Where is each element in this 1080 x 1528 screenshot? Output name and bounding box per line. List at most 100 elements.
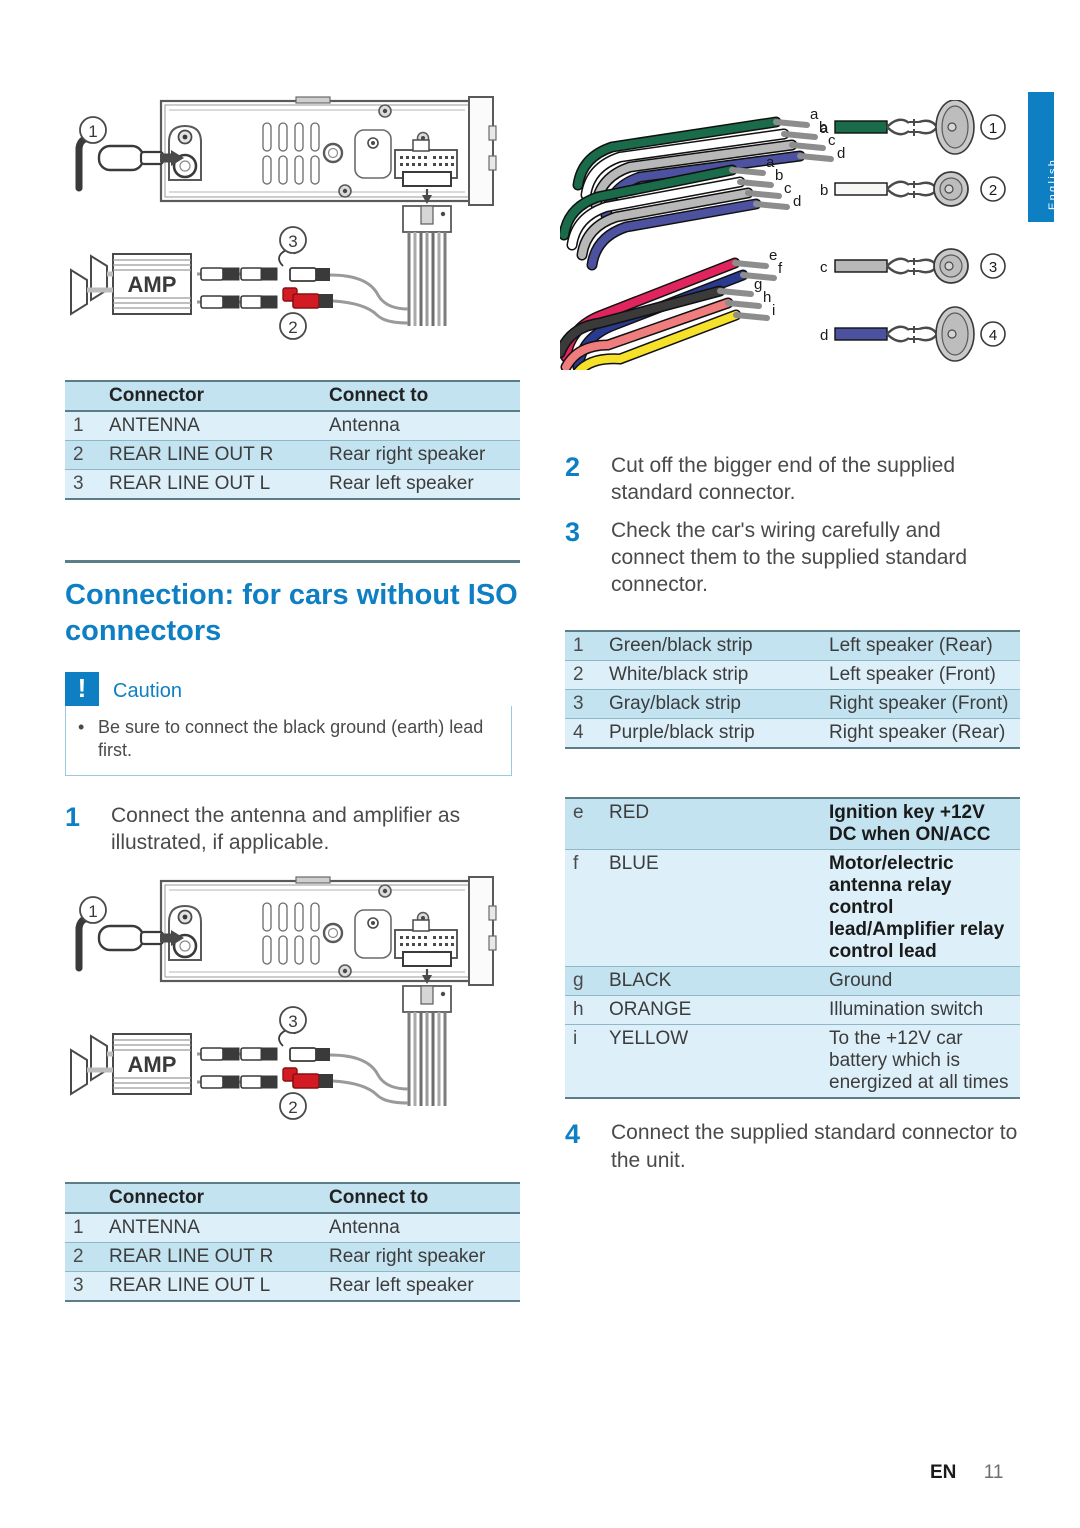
step-number: 4 — [565, 1119, 581, 1150]
row-index: 1 — [65, 1213, 105, 1243]
svg-text:2: 2 — [288, 318, 297, 337]
table-row: g BLACK Ground — [565, 966, 1020, 997]
row-color: RED — [605, 798, 825, 851]
table-row: f BLUE Motor/electric antenna relay cont… — [565, 849, 1020, 968]
step-text: Connect the supplied standard connector … — [611, 1121, 1018, 1172]
table-row: 1 Green/black strip Left speaker (Rear) — [565, 631, 1020, 662]
row-connect-to: Rear right speaker — [325, 1242, 520, 1272]
step-1: 1 Connect the antenna and amplifier as i… — [65, 802, 520, 857]
step-3: 3 Check the car's wiring carefully and c… — [565, 517, 1020, 599]
step-2: 2 Cut off the bigger end of the supplied… — [565, 452, 1020, 507]
manual-page: English 1 3 2 AMP Connector Connect to 1… — [0, 0, 1080, 1528]
svg-text:f: f — [778, 260, 783, 277]
row-index: 4 — [565, 718, 605, 749]
step-number: 2 — [565, 452, 581, 482]
table-row: 2 REAR LINE OUT R Rear right speaker — [65, 440, 520, 470]
row-letter: h — [565, 995, 605, 1026]
right-column: 2 Cut off the bigger end of the supplied… — [565, 442, 1020, 1174]
svg-text:2: 2 — [989, 182, 997, 199]
table-row: 3 REAR LINE OUT L Rear left speaker — [65, 469, 520, 500]
row-wire: Green/black strip — [605, 631, 825, 662]
footer-language-code: EN — [930, 1462, 957, 1483]
step-4: 4 Connect the supplied standard connecto… — [565, 1119, 1020, 1174]
row-desc: Illumination switch — [825, 995, 1020, 1026]
row-index: 2 — [565, 660, 605, 691]
footer-page-number: 11 — [983, 1462, 1004, 1483]
caution-label: Caution — [113, 679, 182, 702]
row-letter: g — [565, 966, 605, 997]
step-text: Check the car's wiring carefully and con… — [611, 518, 968, 597]
col-connect-to-header: Connect to — [325, 381, 520, 412]
table-row: 3 REAR LINE OUT L Rear left speaker — [65, 1271, 520, 1302]
table-header-row: Connector Connect to — [65, 1183, 520, 1214]
row-desc: Motor/electric antenna relay control lea… — [825, 849, 1020, 968]
svg-text:c: c — [820, 259, 828, 276]
table-row: 2 REAR LINE OUT R Rear right speaker — [65, 1242, 520, 1272]
table-row: 2 White/black strip Left speaker (Front) — [565, 660, 1020, 691]
row-connector: REAR LINE OUT R — [105, 440, 325, 470]
head-unit-connection-diagram-top: 1 3 2 AMP — [65, 88, 525, 358]
svg-text:c: c — [784, 180, 792, 197]
svg-text:3: 3 — [989, 259, 997, 276]
row-target: Left speaker (Front) — [825, 660, 1020, 691]
svg-text:1: 1 — [989, 120, 997, 137]
power-wire-table: e RED Ignition key +12V DC when ON/ACC f… — [565, 797, 1020, 1100]
step-text: Connect the antenna and amplifier as ill… — [111, 804, 461, 855]
step-number: 3 — [565, 516, 581, 547]
row-letter: e — [565, 798, 605, 851]
svg-text:d: d — [820, 327, 828, 344]
table-row: 1 ANTENNA Antenna — [65, 1213, 520, 1243]
row-index: 1 — [65, 411, 105, 441]
svg-text:1: 1 — [88, 902, 97, 921]
svg-text:b: b — [775, 167, 783, 184]
svg-text:AMP: AMP — [128, 1052, 177, 1077]
col-connector-header: Connector — [105, 381, 325, 412]
caution-text: Be sure to connect the black ground (ear… — [98, 716, 484, 761]
row-desc: Ignition key +12V DC when ON/ACC — [825, 798, 1020, 851]
row-color: BLUE — [605, 849, 825, 968]
row-desc: Ground — [825, 966, 1020, 997]
table-row: 3 Gray/black strip Right speaker (Front) — [565, 689, 1020, 720]
row-wire: White/black strip — [605, 660, 825, 691]
row-wire: Gray/black strip — [605, 689, 825, 720]
row-index: 2 — [65, 440, 105, 470]
row-target: Right speaker (Front) — [825, 689, 1020, 720]
col-connector-header: Connector — [105, 1183, 325, 1214]
connector-table-top: Connector Connect to 1 ANTENNA Antenna 2… — [65, 380, 520, 500]
language-tab-label: English — [1047, 157, 1059, 210]
row-connect-to: Rear right speaker — [325, 440, 520, 470]
speaker-connection-list: a 1 b 2 c 3 d 4 — [815, 100, 1020, 370]
page-title: Connection: for cars without ISO connect… — [65, 579, 518, 648]
table-row: i YELLOW To the +12V car battery which i… — [565, 1024, 1020, 1099]
row-connect-to: Rear left speaker — [325, 469, 520, 500]
svg-text:3: 3 — [288, 232, 297, 251]
col-connect-to-header: Connect to — [325, 1183, 520, 1214]
row-letter: i — [565, 1024, 605, 1099]
row-index: 2 — [65, 1242, 105, 1272]
svg-text:b: b — [820, 182, 828, 199]
svg-text:h: h — [763, 289, 771, 306]
row-color: BLACK — [605, 966, 825, 997]
table-header-row: Connector Connect to — [65, 381, 520, 412]
table-row: 1 ANTENNA Antenna — [65, 411, 520, 441]
row-connector: ANTENNA — [105, 1213, 325, 1243]
connector-table-bottom: Connector Connect to 1 ANTENNA Antenna 2… — [65, 1182, 520, 1302]
table-row: h ORANGE Illumination switch — [565, 995, 1020, 1026]
svg-text:1: 1 — [88, 122, 97, 141]
svg-text:2: 2 — [288, 1098, 297, 1117]
row-connector: REAR LINE OUT R — [105, 1242, 325, 1272]
row-index: 3 — [65, 1271, 105, 1302]
head-unit-connection-diagram-bottom: 1 3 2 AMP — [65, 868, 525, 1138]
svg-text:3: 3 — [288, 1012, 297, 1031]
exclamation-icon: ! — [65, 671, 99, 706]
table-row: 4 Purple/black strip Right speaker (Rear… — [565, 718, 1020, 749]
svg-text:AMP: AMP — [128, 272, 177, 297]
svg-text:a: a — [766, 154, 775, 171]
row-color: ORANGE — [605, 995, 825, 1026]
row-index: 3 — [65, 469, 105, 500]
svg-text:4: 4 — [989, 327, 997, 344]
table-row: e RED Ignition key +12V DC when ON/ACC — [565, 798, 1020, 851]
row-connector: ANTENNA — [105, 411, 325, 441]
row-connector: REAR LINE OUT L — [105, 469, 325, 500]
svg-text:e: e — [769, 247, 777, 264]
